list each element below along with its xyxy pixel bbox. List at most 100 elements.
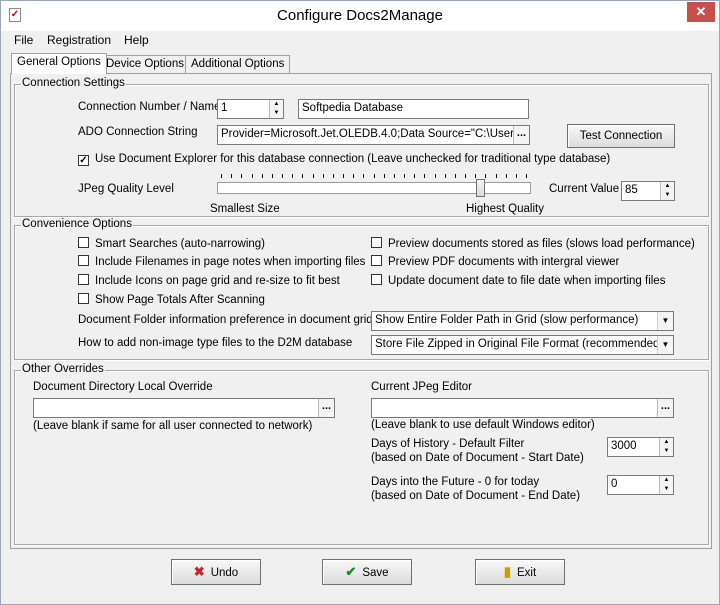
slider-tick: [444, 174, 446, 178]
connection-number-name-label: Connection Number / Name: [78, 101, 221, 113]
slider-tick: [404, 174, 405, 178]
jpeg-editor-input[interactable]: ...: [371, 398, 674, 418]
menu-help[interactable]: Help: [124, 33, 149, 47]
slider-tick: [393, 174, 395, 178]
future-sub: (based on Date of Document - End Date): [371, 490, 581, 502]
exit-button[interactable]: ▮ Exit: [475, 559, 565, 585]
chevron-down-icon[interactable]: ▼: [657, 336, 673, 354]
preview-files-checkbox[interactable]: Preview documents stored as files (slows…: [371, 237, 695, 250]
window-title: Configure Docs2Manage: [277, 7, 443, 24]
slider-tick: [373, 174, 375, 178]
chevron-down-icon[interactable]: ▼: [657, 312, 673, 330]
checkbox-label: Include Icons on page grid and re-size t…: [95, 275, 340, 287]
down-arrow-icon[interactable]: ▼: [270, 109, 283, 118]
test-connection-button[interactable]: Test Connection: [567, 124, 675, 148]
include-icons-checkbox[interactable]: Include Icons on page grid and re-size t…: [78, 274, 340, 287]
nonimage-label: How to add non-image type files to the D…: [78, 337, 353, 349]
slider-tick: [343, 174, 344, 178]
convenience-options-group: Convenience Options Smart Searches (auto…: [14, 218, 709, 360]
connection-name-input[interactable]: Softpedia Database: [298, 99, 529, 119]
checkbox-label: Show Page Totals After Scanning: [95, 294, 265, 306]
tab-additional-options[interactable]: Additional Options: [185, 55, 291, 74]
checkbox-box[interactable]: [78, 237, 89, 248]
menu-file[interactable]: File: [14, 33, 33, 47]
up-arrow-icon[interactable]: ▲: [270, 100, 283, 109]
nonimage-dropdown[interactable]: Store File Zipped in Original File Forma…: [371, 335, 674, 355]
up-arrow-icon[interactable]: ▲: [661, 182, 674, 191]
up-arrow-icon[interactable]: ▲: [660, 438, 673, 447]
future-stepper[interactable]: 0 ▲ ▼: [607, 475, 674, 495]
jpeg-editor-label: Current JPeg Editor: [371, 381, 472, 393]
browse-ellipsis-icon[interactable]: ...: [513, 126, 529, 144]
save-button[interactable]: ✔ Save: [322, 559, 412, 585]
slider-tick: [221, 174, 222, 178]
show-page-totals-checkbox[interactable]: Show Page Totals After Scanning: [78, 293, 265, 306]
checkbox-box[interactable]: [78, 293, 89, 304]
slider-tick: [505, 174, 507, 178]
slider-tick: [485, 174, 487, 178]
undo-x-icon: ✖: [193, 564, 205, 579]
checkbox-label: Use Document Explorer for this database …: [95, 153, 611, 165]
checkbox-box[interactable]: [371, 255, 382, 266]
group-title: Other Overrides: [21, 363, 105, 375]
slider-tick: [353, 174, 355, 178]
tab-device-options[interactable]: Device Options: [100, 55, 190, 74]
slider-tick: [363, 174, 365, 178]
slider-tick: [454, 174, 456, 178]
slider-tick: [465, 174, 466, 178]
checkbox-box[interactable]: [78, 274, 89, 285]
down-arrow-icon[interactable]: ▼: [661, 191, 674, 200]
future-label: Days into the Future - 0 for today: [371, 476, 540, 488]
use-document-explorer-checkbox[interactable]: ✓ Use Document Explorer for this database…: [78, 153, 610, 166]
history-stepper[interactable]: 3000 ▲ ▼: [607, 437, 674, 457]
current-value-stepper[interactable]: 85 ▲ ▼: [621, 181, 675, 201]
browse-ellipsis-icon[interactable]: ...: [657, 399, 673, 417]
group-title: Connection Settings: [21, 77, 126, 89]
save-label: Save: [362, 567, 389, 579]
highest-quality-label: Highest Quality: [466, 203, 544, 215]
slider-tick: [515, 174, 517, 178]
checkbox-box[interactable]: [371, 237, 382, 248]
browse-ellipsis-icon[interactable]: ...: [318, 399, 334, 417]
down-arrow-icon[interactable]: ▼: [660, 485, 673, 494]
spin-buttons[interactable]: ▲ ▼: [660, 182, 674, 200]
slider-tick: [241, 174, 243, 178]
undo-button[interactable]: ✖ Undo: [171, 559, 261, 585]
menu-registration[interactable]: Registration: [47, 33, 111, 47]
slider-tick: [292, 174, 294, 178]
checkbox-box[interactable]: ✓: [78, 155, 89, 166]
slider-tick: [526, 174, 527, 178]
ado-connection-input[interactable]: Provider=Microsoft.Jet.OLEDB.4.0;Data So…: [217, 125, 530, 145]
doc-dir-input[interactable]: ...: [33, 398, 335, 418]
folder-pref-value: Show Entire Folder Path in Grid (slow pe…: [375, 314, 639, 326]
include-filenames-checkbox[interactable]: Include Filenames in page notes when imp…: [78, 255, 365, 268]
history-sub: (based on Date of Document - Start Date): [371, 452, 584, 464]
slider-tick: [322, 174, 324, 178]
slider-thumb[interactable]: [476, 179, 486, 197]
slider-tick: [434, 174, 436, 178]
connection-number-stepper[interactable]: 1 ▲ ▼: [217, 99, 284, 119]
slider-tick: [282, 174, 283, 178]
checkbox-box[interactable]: [78, 255, 89, 266]
smart-searches-checkbox[interactable]: Smart Searches (auto-narrowing): [78, 237, 265, 250]
current-value-label: Current Value: [549, 183, 620, 195]
jpeg-editor-hint: (Leave blank to use default Windows edit…: [371, 419, 595, 431]
slider-tick: [475, 174, 477, 178]
exit-label: Exit: [516, 567, 537, 579]
folder-pref-dropdown[interactable]: Show Entire Folder Path in Grid (slow pe…: [371, 311, 674, 331]
history-value: 3000: [611, 440, 637, 452]
folder-pref-label: Document Folder information preference i…: [78, 314, 373, 326]
ado-connection-label: ADO Connection String: [78, 126, 198, 138]
update-date-checkbox[interactable]: Update document date to file date when i…: [371, 274, 665, 287]
up-arrow-icon[interactable]: ▲: [660, 476, 673, 485]
close-button[interactable]: ✕: [687, 2, 715, 22]
checkbox-box[interactable]: [371, 274, 382, 285]
tab-general-options[interactable]: General Options: [11, 53, 107, 74]
checkmark-icon: ✔: [345, 564, 357, 579]
spin-buttons[interactable]: ▲ ▼: [269, 100, 283, 118]
preview-pdf-checkbox[interactable]: Preview PDF documents with intergral vie…: [371, 255, 619, 268]
down-arrow-icon[interactable]: ▼: [660, 447, 673, 456]
spin-buttons[interactable]: ▲ ▼: [659, 476, 673, 494]
spin-buttons[interactable]: ▲ ▼: [659, 438, 673, 456]
jpeg-quality-label: JPeg Quality Level: [78, 183, 174, 195]
